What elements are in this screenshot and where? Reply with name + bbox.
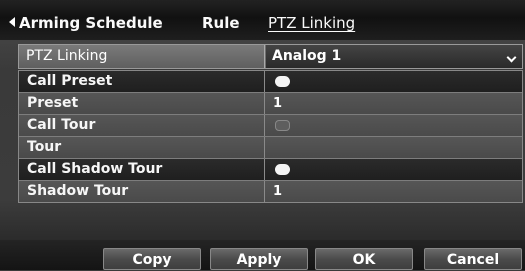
chevron-down-icon — [506, 52, 517, 63]
row-call-preset: Call Preset — [19, 71, 522, 93]
ok-button[interactable]: OK — [315, 248, 413, 270]
tab-ptz-linking[interactable]: PTZ Linking — [268, 14, 355, 32]
shadow-tour-label: Shadow Tour — [19, 181, 265, 202]
ptz-settings-table: Call Preset Preset 1 Call Tour Tour Call… — [18, 70, 523, 203]
tab-arming-schedule[interactable]: Arming Schedule — [9, 14, 163, 32]
tab-bar: Arming Schedule Rule PTZ Linking — [0, 0, 525, 40]
tab-rule[interactable]: Rule — [202, 14, 240, 32]
call-tour-toggle[interactable] — [275, 120, 290, 131]
call-preset-toggle[interactable] — [275, 76, 290, 87]
copy-button[interactable]: Copy — [103, 248, 201, 270]
call-shadow-tour-toggle[interactable] — [275, 164, 290, 175]
ptz-linking-label: PTZ Linking — [19, 45, 265, 68]
preset-value[interactable]: 1 — [273, 93, 282, 114]
tour-label: Tour — [19, 137, 265, 158]
row-shadow-tour: Shadow Tour 1 — [19, 181, 522, 202]
shadow-tour-value[interactable]: 1 — [273, 181, 282, 202]
row-call-tour: Call Tour — [19, 115, 522, 137]
back-arrow-icon — [9, 17, 15, 27]
cancel-button[interactable]: Cancel — [424, 248, 522, 270]
ptz-linking-field: PTZ Linking Analog 1 — [18, 44, 523, 69]
apply-button[interactable]: Apply — [210, 248, 308, 270]
call-tour-label: Call Tour — [19, 115, 265, 136]
row-call-shadow-tour: Call Shadow Tour — [19, 159, 522, 181]
tab-arming-schedule-label: Arming Schedule — [19, 14, 163, 32]
row-tour: Tour — [19, 137, 522, 159]
preset-label: Preset — [19, 93, 265, 114]
ptz-linking-selected-value: Analog 1 — [272, 48, 342, 64]
ptz-linking-select[interactable]: Analog 1 — [266, 45, 522, 68]
row-preset: Preset 1 — [19, 93, 522, 115]
ptz-linking-screen: Arming Schedule Rule PTZ Linking PTZ Lin… — [0, 0, 525, 270]
call-shadow-tour-label: Call Shadow Tour — [19, 159, 265, 180]
call-preset-label: Call Preset — [19, 71, 265, 92]
